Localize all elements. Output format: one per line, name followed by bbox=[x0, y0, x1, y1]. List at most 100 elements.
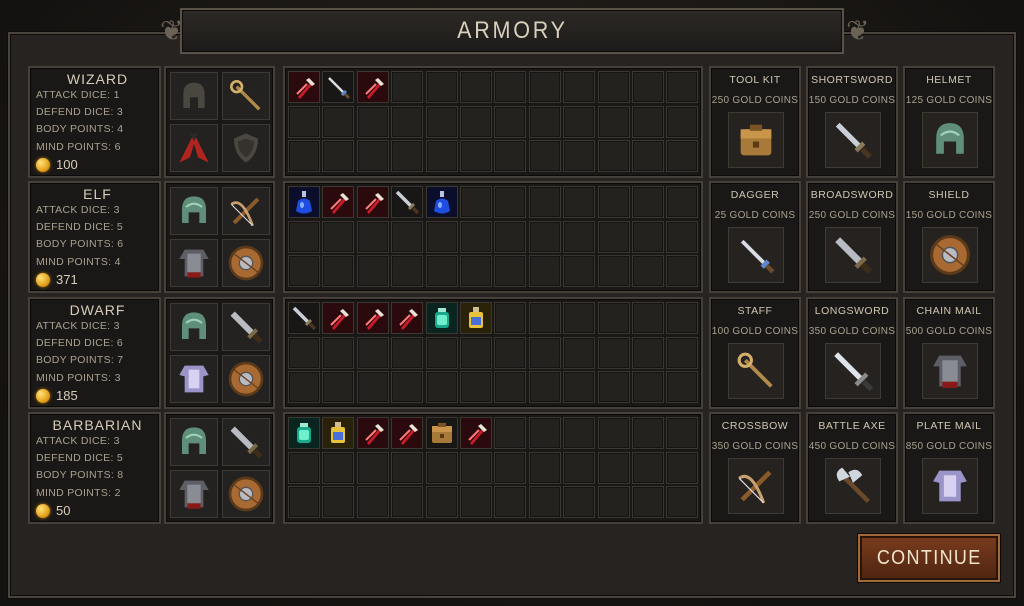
inventory-slot[interactable] bbox=[460, 186, 492, 218]
inventory-slot[interactable] bbox=[425, 371, 458, 404]
inventory-slot[interactable] bbox=[666, 255, 699, 288]
inventory-slot[interactable] bbox=[322, 451, 355, 484]
inventory-slot[interactable] bbox=[425, 417, 458, 449]
equipment-slot[interactable] bbox=[222, 124, 270, 172]
inventory-slot[interactable] bbox=[563, 71, 596, 103]
inventory-slot[interactable] bbox=[425, 71, 458, 103]
inventory-slot[interactable] bbox=[460, 71, 492, 103]
inventory-slot[interactable] bbox=[322, 71, 355, 103]
equipment-slot[interactable] bbox=[170, 239, 218, 287]
inventory-slot[interactable] bbox=[494, 186, 527, 218]
shop-item[interactable]: LONGSWORD 350 GOLD COINS bbox=[806, 297, 898, 409]
inventory-slot[interactable] bbox=[391, 451, 424, 484]
inventory-slot[interactable] bbox=[528, 140, 561, 173]
inventory-slot[interactable] bbox=[666, 140, 699, 173]
shop-item[interactable]: BROADSWORD 250 GOLD COINS bbox=[806, 181, 898, 293]
inventory-slot[interactable] bbox=[597, 302, 630, 334]
equipment-slot[interactable] bbox=[170, 418, 218, 466]
equipment-slot[interactable] bbox=[222, 418, 270, 466]
inventory-slot[interactable] bbox=[494, 105, 527, 138]
inventory-slot[interactable] bbox=[563, 336, 596, 369]
inventory-slot[interactable] bbox=[322, 336, 355, 369]
inventory-slot[interactable] bbox=[322, 220, 355, 253]
inventory-slot[interactable] bbox=[494, 71, 527, 103]
inventory-slot[interactable] bbox=[391, 71, 424, 103]
equipment-slot[interactable] bbox=[222, 470, 270, 518]
inventory-slot[interactable] bbox=[528, 451, 561, 484]
inventory-slot[interactable] bbox=[288, 140, 320, 173]
inventory-slot[interactable] bbox=[563, 417, 596, 449]
inventory-slot[interactable] bbox=[391, 371, 424, 404]
inventory-slot[interactable] bbox=[666, 417, 699, 449]
inventory-slot[interactable] bbox=[322, 486, 355, 519]
inventory-slot[interactable] bbox=[666, 336, 699, 369]
inventory-slot[interactable] bbox=[460, 336, 492, 369]
inventory-slot[interactable] bbox=[666, 71, 699, 103]
inventory-slot[interactable] bbox=[425, 255, 458, 288]
shop-item[interactable]: TOOL KIT 250 GOLD COINS bbox=[709, 66, 801, 178]
inventory-slot[interactable] bbox=[356, 302, 389, 334]
inventory-slot[interactable] bbox=[528, 486, 561, 519]
inventory-slot[interactable] bbox=[528, 255, 561, 288]
inventory-slot[interactable] bbox=[528, 302, 561, 334]
inventory-slot[interactable] bbox=[597, 371, 630, 404]
inventory-slot[interactable] bbox=[632, 371, 664, 404]
inventory-slot[interactable] bbox=[494, 255, 527, 288]
inventory-slot[interactable] bbox=[632, 105, 664, 138]
inventory-slot[interactable] bbox=[288, 486, 320, 519]
inventory-slot[interactable] bbox=[288, 105, 320, 138]
inventory-slot[interactable] bbox=[632, 140, 664, 173]
inventory-slot[interactable] bbox=[597, 105, 630, 138]
inventory-slot[interactable] bbox=[425, 336, 458, 369]
inventory-slot[interactable] bbox=[460, 451, 492, 484]
inventory-slot[interactable] bbox=[288, 336, 320, 369]
inventory-slot[interactable] bbox=[322, 105, 355, 138]
inventory-slot[interactable] bbox=[425, 140, 458, 173]
inventory-slot[interactable] bbox=[391, 302, 424, 334]
inventory-slot[interactable] bbox=[528, 220, 561, 253]
shop-item[interactable]: SHIELD 150 GOLD COINS bbox=[903, 181, 995, 293]
inventory-slot[interactable] bbox=[632, 451, 664, 484]
inventory-slot[interactable] bbox=[528, 186, 561, 218]
equipment-slot[interactable] bbox=[222, 303, 270, 351]
equipment-slot[interactable] bbox=[170, 355, 218, 403]
inventory-slot[interactable] bbox=[666, 451, 699, 484]
inventory-slot[interactable] bbox=[494, 140, 527, 173]
inventory-slot[interactable] bbox=[563, 186, 596, 218]
inventory-slot[interactable] bbox=[356, 451, 389, 484]
inventory-slot[interactable] bbox=[528, 71, 561, 103]
inventory-slot[interactable] bbox=[563, 105, 596, 138]
inventory-slot[interactable] bbox=[563, 371, 596, 404]
inventory-slot[interactable] bbox=[391, 105, 424, 138]
inventory-slot[interactable] bbox=[322, 371, 355, 404]
inventory-slot[interactable] bbox=[597, 255, 630, 288]
continue-button[interactable]: CONTINUE bbox=[858, 534, 1000, 582]
inventory-slot[interactable] bbox=[460, 486, 492, 519]
shop-item[interactable]: HELMET 125 GOLD COINS bbox=[903, 66, 995, 178]
inventory-slot[interactable] bbox=[391, 486, 424, 519]
inventory-slot[interactable] bbox=[356, 140, 389, 173]
shop-item[interactable]: CROSSBOW 350 GOLD COINS bbox=[709, 412, 801, 524]
inventory-slot[interactable] bbox=[597, 71, 630, 103]
inventory-slot[interactable] bbox=[356, 186, 389, 218]
inventory-slot[interactable] bbox=[597, 486, 630, 519]
shop-item[interactable]: DAGGER 25 GOLD COINS bbox=[709, 181, 801, 293]
inventory-slot[interactable] bbox=[356, 371, 389, 404]
inventory-slot[interactable] bbox=[632, 417, 664, 449]
equipment-slot[interactable] bbox=[222, 355, 270, 403]
inventory-slot[interactable] bbox=[632, 336, 664, 369]
inventory-slot[interactable] bbox=[666, 371, 699, 404]
inventory-slot[interactable] bbox=[322, 255, 355, 288]
inventory-slot[interactable] bbox=[425, 220, 458, 253]
inventory-slot[interactable] bbox=[356, 105, 389, 138]
inventory-slot[interactable] bbox=[597, 336, 630, 369]
shop-item[interactable]: SHORTSWORD 150 GOLD COINS bbox=[806, 66, 898, 178]
inventory-slot[interactable] bbox=[288, 186, 320, 218]
inventory-slot[interactable] bbox=[356, 71, 389, 103]
inventory-slot[interactable] bbox=[356, 486, 389, 519]
inventory-slot[interactable] bbox=[632, 71, 664, 103]
equipment-slot[interactable] bbox=[170, 303, 218, 351]
inventory-slot[interactable] bbox=[632, 302, 664, 334]
inventory-slot[interactable] bbox=[563, 140, 596, 173]
inventory-slot[interactable] bbox=[528, 417, 561, 449]
